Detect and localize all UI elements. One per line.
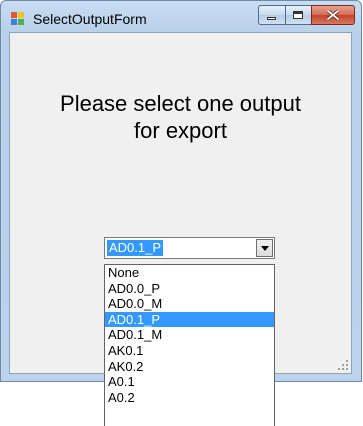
output-dropdown-list[interactable]: None AD0.0_P AD0.0_M AD0.1_P AD0.1_M AK0.1 AK0… — [104, 264, 275, 426]
dropdown-item[interactable]: AD0.1_M — [105, 327, 274, 343]
dropdown-item[interactable]: A0.2 — [105, 390, 274, 406]
resize-grip[interactable] — [338, 360, 348, 370]
maximize-button[interactable] — [285, 5, 311, 25]
dropdown-item[interactable]: AD0.0_M — [105, 296, 274, 312]
dropdown-item[interactable]: AD0.1_P — [105, 311, 274, 328]
window-title: SelectOutputForm — [33, 11, 147, 27]
app-icon — [11, 12, 25, 26]
prompt-label: Please select one output for export — [10, 90, 351, 144]
close-icon — [327, 10, 339, 20]
combobox-selected-value: AD0.1_P — [107, 240, 164, 256]
output-select-combobox[interactable]: AD0.1_P — [104, 237, 275, 259]
maximize-icon — [293, 11, 303, 19]
chevron-down-icon — [261, 246, 269, 251]
minimize-button[interactable] — [258, 5, 285, 25]
dropdown-item[interactable]: A0.1 — [105, 374, 274, 390]
dropdown-item[interactable]: AK0.2 — [105, 359, 274, 375]
minimize-icon — [267, 17, 276, 20]
dropdown-item[interactable]: AD0.0_P — [105, 281, 274, 297]
caption-buttons — [258, 5, 355, 25]
close-button[interactable] — [311, 5, 355, 25]
dropdown-item[interactable]: None — [105, 265, 274, 281]
prompt-line-2: for export — [134, 118, 227, 143]
dropdown-item[interactable]: AK0.1 — [105, 343, 274, 359]
prompt-line-1: Please select one output — [60, 91, 301, 116]
dropdown-arrow-button[interactable] — [256, 239, 273, 257]
